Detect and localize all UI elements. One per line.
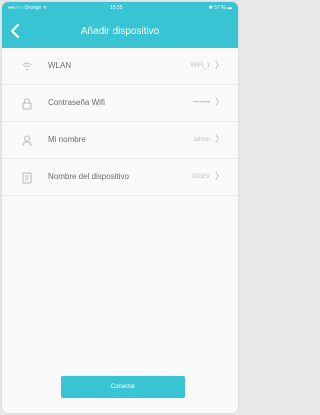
- row-value: admin: [193, 137, 210, 143]
- carrier-text: ●●○○○ Orange ᯤ: [8, 5, 48, 11]
- settings-list: WLAN WIFI_1 〉 Contraseña Wifi •••••••• 〉: [2, 48, 238, 196]
- lock-icon: [22, 97, 32, 110]
- chevron-right-icon: 〉: [214, 97, 224, 107]
- chevron-right-icon: 〉: [214, 60, 224, 70]
- user-icon: [22, 134, 32, 147]
- back-icon[interactable]: [10, 23, 22, 39]
- app-header: ●●○○○ Orange ᯤ 15:55 ✱ 57 % ▬ Añadir dis…: [2, 2, 238, 48]
- row-label: Contraseña Wifi: [48, 98, 105, 107]
- connect-button[interactable]: Conectar: [61, 376, 185, 398]
- row-my-name[interactable]: Mi nombre admin 〉: [2, 122, 238, 159]
- chevron-right-icon: 〉: [214, 171, 224, 181]
- clock: 15:55: [110, 5, 123, 11]
- row-wifi-password[interactable]: Contraseña Wifi •••••••• 〉: [2, 85, 238, 122]
- row-wlan[interactable]: WLAN WIFI_1 〉: [2, 48, 238, 85]
- status-bar: ●●○○○ Orange ᯤ 15:55 ✱ 57 % ▬: [2, 2, 238, 15]
- row-label: Mi nombre: [48, 135, 86, 144]
- battery-indicator: ✱ 57 % ▬: [208, 5, 232, 11]
- row-device-name[interactable]: Nombre del dispositivo IXDEV 〉: [2, 159, 238, 196]
- wifi-icon: [22, 60, 32, 72]
- row-label: Nombre del dispositivo: [48, 172, 129, 181]
- phone-screen: ●●○○○ Orange ᯤ 15:55 ✱ 57 % ▬ Añadir dis…: [2, 2, 238, 413]
- row-value: WIFI_1: [190, 63, 210, 69]
- chevron-right-icon: 〉: [214, 134, 224, 144]
- page-title: Añadir dispositivo: [80, 26, 160, 37]
- device-icon: [22, 171, 32, 184]
- row-label: WLAN: [48, 61, 72, 70]
- row-value: ••••••••: [193, 100, 210, 106]
- row-value: IXDEV: [191, 174, 210, 180]
